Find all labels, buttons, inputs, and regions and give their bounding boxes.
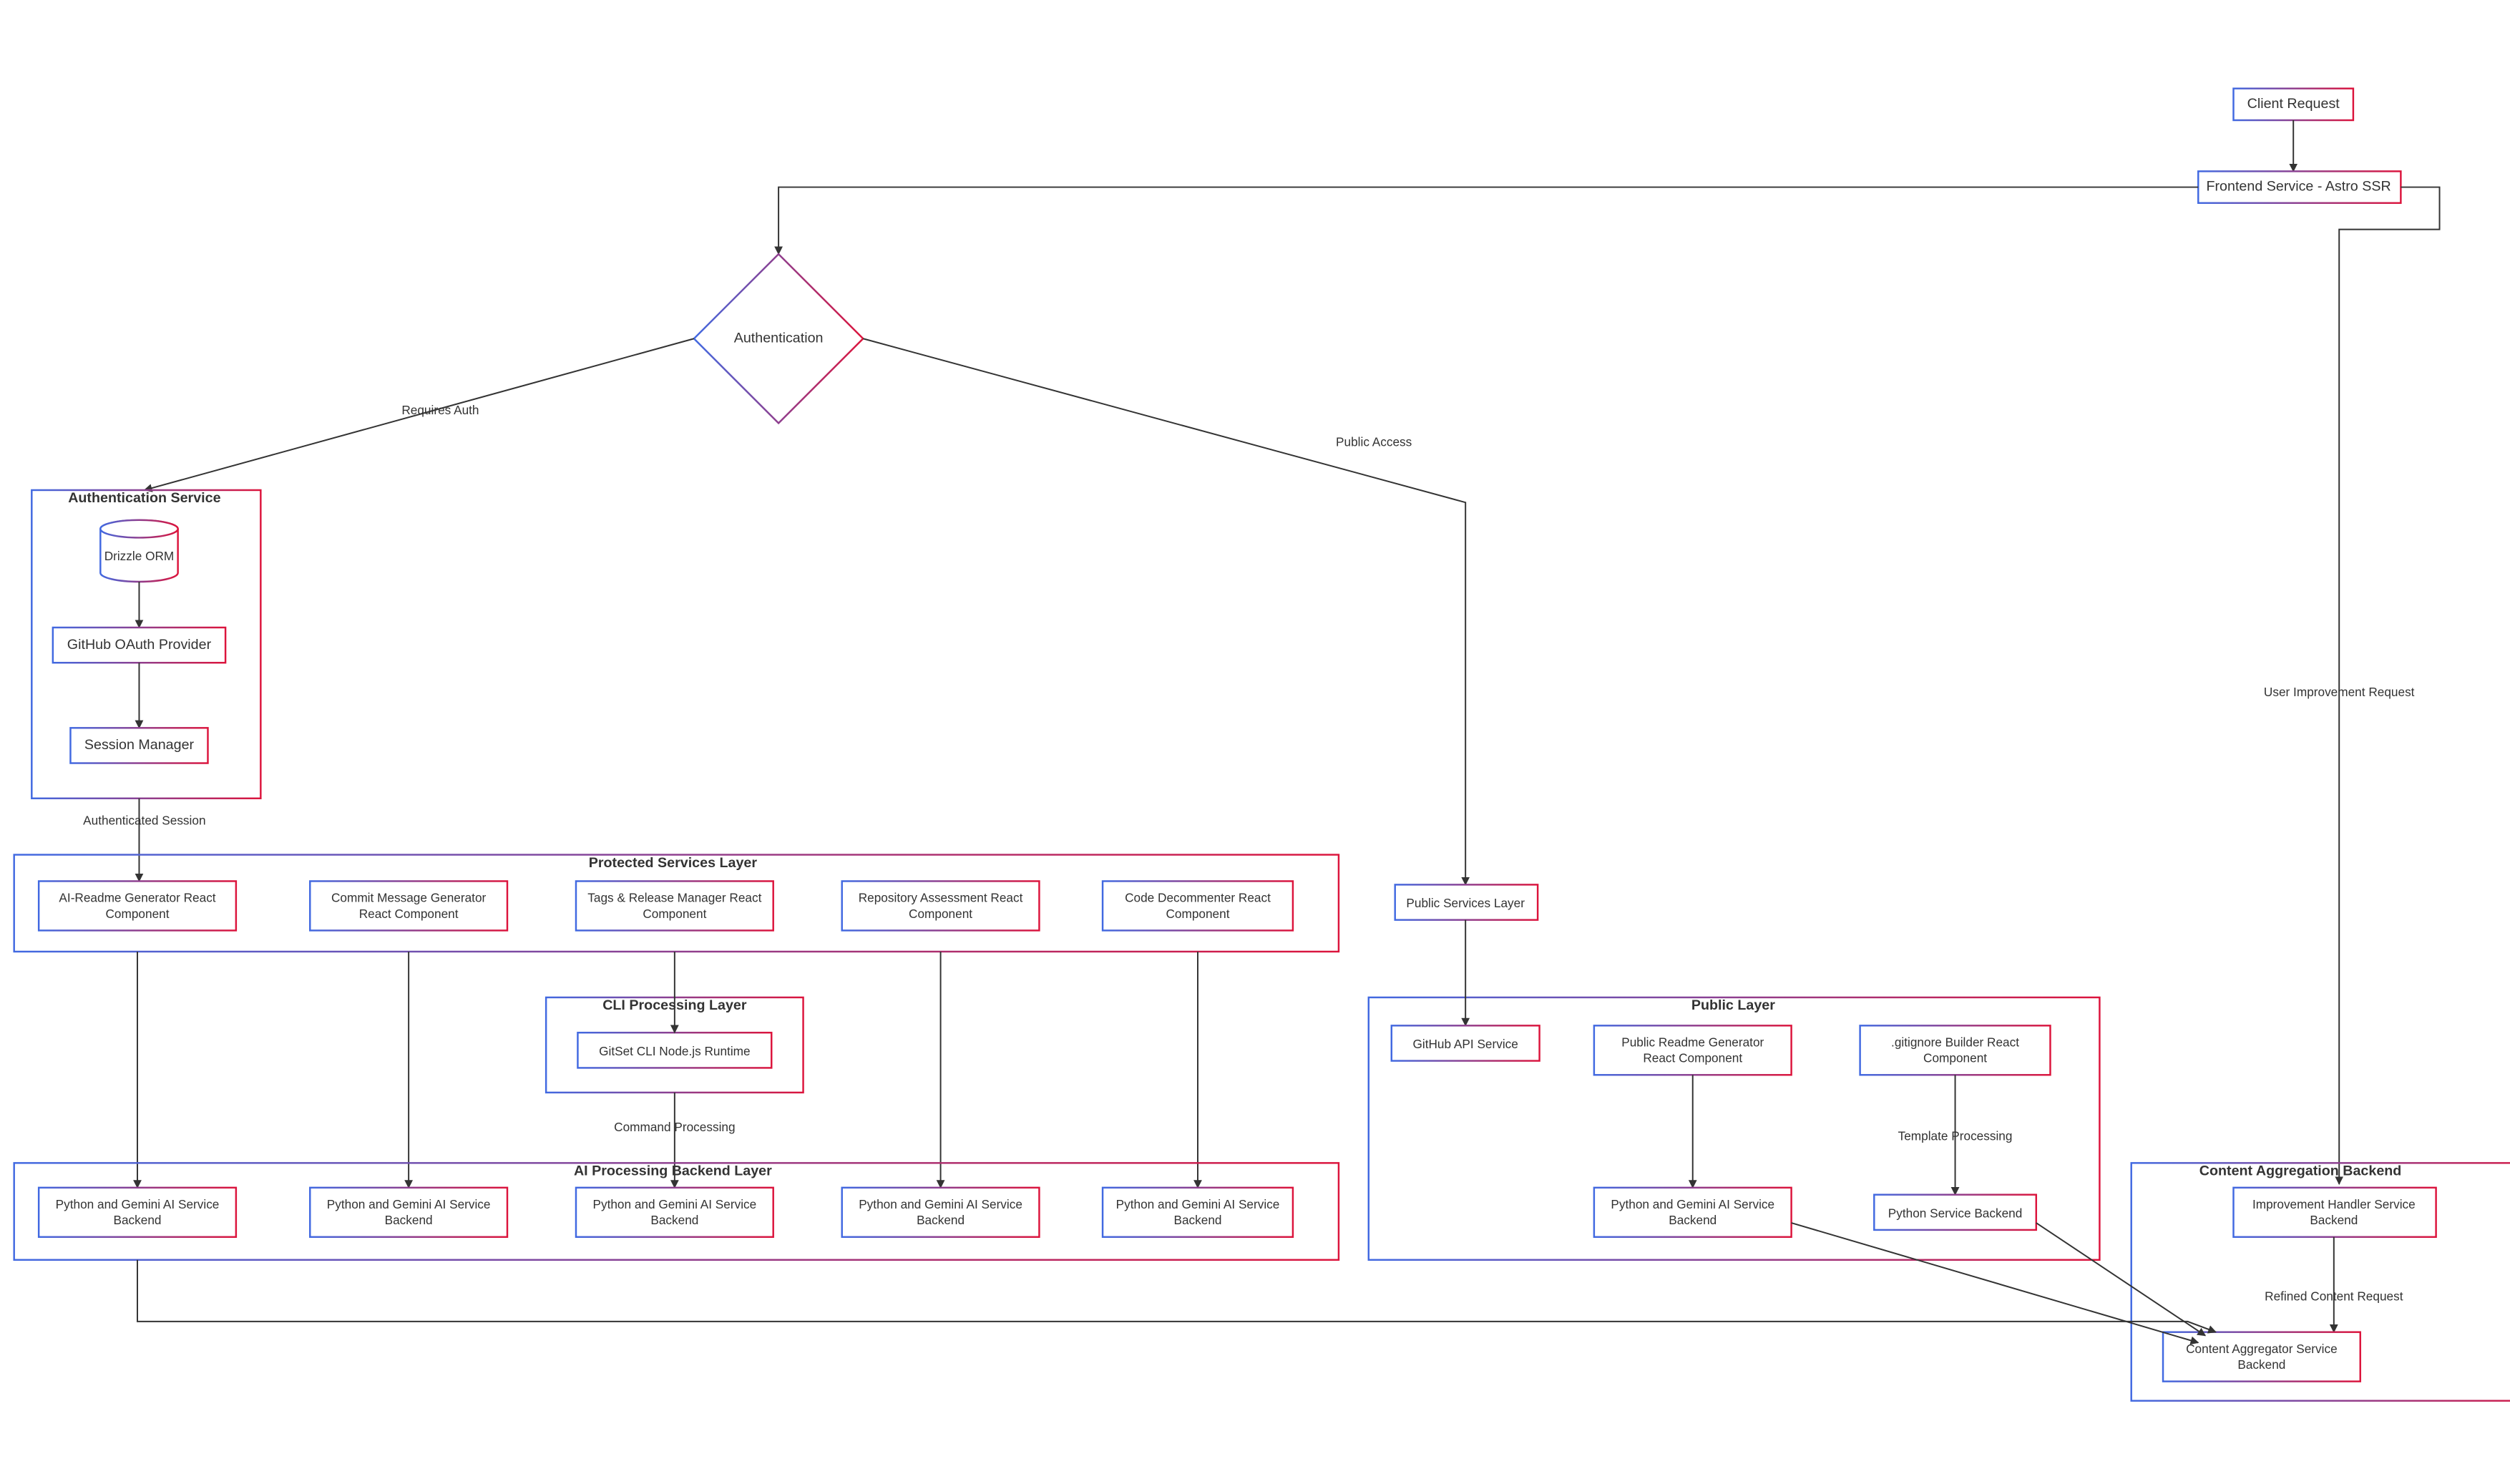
title-public-layer: Public Layer (1691, 997, 1775, 1013)
title-ai-backend: AI Processing Backend Layer (574, 1163, 772, 1179)
svg-text:React Component: React Component (359, 907, 459, 921)
label-public-access: Public Access (1336, 434, 1412, 449)
label-requires-auth: Requires Auth (401, 403, 479, 417)
svg-text:Python and Gemini AI Service: Python and Gemini AI Service (859, 1197, 1022, 1211)
svg-text:Component: Component (1923, 1051, 1987, 1065)
label-template-processing: Template Processing (1898, 1128, 2013, 1143)
svg-text:Public Readme Generator: Public Readme Generator (1621, 1035, 1764, 1050)
svg-text:Python and Gemini AI Service: Python and Gemini AI Service (592, 1197, 756, 1211)
label-frontend-service: Frontend Service - Astro SSR (2206, 179, 2391, 195)
svg-text:Tags & Release Manager React: Tags & Release Manager React (587, 891, 761, 905)
edge (778, 187, 2198, 255)
label-public-services-layer: Public Services Layer (1406, 896, 1525, 910)
svg-text:Improvement Handler Service: Improvement Handler Service (2252, 1197, 2416, 1211)
svg-text:Component: Component (643, 907, 706, 921)
svg-text:AI-Readme Generator React: AI-Readme Generator React (59, 891, 215, 905)
label-user-improvement: User Improvement Request (2264, 685, 2415, 699)
label-refined-content: Refined Content Request (2265, 1289, 2403, 1303)
svg-text:Backend: Backend (2237, 1357, 2285, 1372)
svg-text:React Component: React Component (1643, 1051, 1742, 1065)
svg-text:Content Aggregator Service: Content Aggregator Service (2186, 1342, 2338, 1356)
svg-text:Code Decommenter React: Code Decommenter React (1125, 891, 1271, 905)
label-drizzle-orm: Drizzle ORM (104, 549, 175, 563)
svg-text:Python and Gemini AI Service: Python and Gemini AI Service (56, 1197, 220, 1211)
label-authentication: Authentication (734, 330, 824, 346)
label-gitset-cli: GitSet CLI Node.js Runtime (599, 1044, 750, 1058)
label-command-processing: Command Processing (614, 1120, 735, 1134)
edge (2036, 1223, 2205, 1336)
svg-text:Python and Gemini AI Service: Python and Gemini AI Service (327, 1197, 491, 1211)
svg-text:Backend: Backend (1669, 1213, 1717, 1227)
svg-text:Commit Message Generator: Commit Message Generator (331, 891, 487, 905)
svg-text:Component: Component (106, 907, 170, 921)
svg-text:.gitignore Builder React: .gitignore Builder React (1891, 1035, 2019, 1050)
svg-text:Backend: Backend (1173, 1213, 1221, 1227)
title-auth-service: Authentication Service (68, 490, 220, 506)
title-content-agg: Content Aggregation Backend (2199, 1163, 2402, 1179)
architecture-diagram: Client Request Frontend Service - Astro … (0, 0, 2510, 1484)
label-auth-session: Authenticated Session (83, 814, 205, 828)
svg-text:Backend: Backend (385, 1213, 433, 1227)
label-client-request: Client Request (2247, 96, 2340, 112)
svg-text:Component: Component (1166, 907, 1229, 921)
svg-text:Repository Assessment React: Repository Assessment React (859, 891, 1023, 905)
label-github-oauth: GitHub OAuth Provider (67, 637, 212, 653)
edge (1792, 1223, 2199, 1342)
edge (863, 338, 1465, 884)
svg-text:Python and Gemini AI Service: Python and Gemini AI Service (1116, 1197, 1280, 1211)
title-protected-layer: Protected Services Layer (589, 855, 758, 871)
svg-text:Backend: Backend (2310, 1213, 2358, 1227)
label-py-service-backend: Python Service Backend (1888, 1206, 2023, 1220)
svg-text:Backend: Backend (114, 1213, 162, 1227)
label-github-api: GitHub API Service (1412, 1037, 1518, 1051)
svg-text:Python and Gemini AI Service: Python and Gemini AI Service (1611, 1197, 1774, 1211)
edge (137, 1260, 2216, 1332)
svg-text:Backend: Backend (917, 1213, 965, 1227)
svg-text:Backend: Backend (650, 1213, 698, 1227)
svg-text:Component: Component (909, 907, 972, 921)
label-session-manager: Session Manager (84, 737, 195, 753)
